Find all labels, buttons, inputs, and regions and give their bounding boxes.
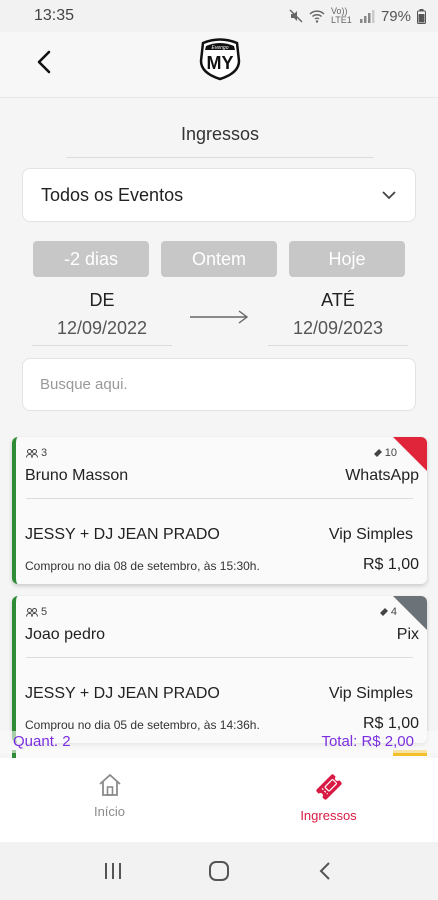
system-nav-bar	[0, 842, 438, 900]
ticket-count-indicator: 4	[379, 606, 397, 618]
from-label: DE	[89, 290, 115, 310]
status-flag	[393, 596, 427, 630]
ticket-count-indicator: 10	[373, 447, 397, 459]
battery-percent: 79%	[380, 7, 411, 25]
ticket-icon	[315, 774, 342, 800]
recent-apps-icon	[105, 863, 121, 879]
customer-name: Bruno Masson	[25, 467, 129, 484]
date-shortcuts: -2 dias Ontem Hoje	[33, 241, 405, 277]
ticket-count-value: 4	[390, 606, 397, 618]
purchase-date: Comprou no dia 08 de setembro, às 15:30h…	[25, 559, 260, 573]
total-value: Total: R$ 2,00	[321, 733, 414, 750]
mute-icon	[289, 9, 303, 23]
to-date-field[interactable]: 12/09/2023	[268, 318, 408, 346]
network-label: Vo)) LTE1	[330, 6, 352, 25]
status-time: 13:35	[34, 7, 75, 24]
wifi-icon	[309, 10, 325, 23]
quantity-indicator: 5	[26, 606, 47, 618]
ticket-card[interactable]: 3 10 Bruno Masson WhatsApp JESSY + DJ JE…	[12, 437, 427, 584]
ticket-type: Vip Simples	[328, 685, 413, 702]
nav-tickets[interactable]: Ingressos	[219, 758, 438, 842]
nav-home-label: Início	[93, 804, 126, 819]
home-button[interactable]	[199, 851, 239, 891]
status-bar: 13:35 Vo)) LTE1 79%	[0, 0, 438, 32]
arrow-right-icon	[190, 310, 249, 324]
ticket-icon	[379, 608, 388, 616]
status-icons: Vo)) LTE1 79%	[289, 7, 426, 25]
payment-method: Pix	[396, 626, 419, 643]
system-back-button[interactable]	[305, 851, 345, 891]
quantity-value: 3	[41, 447, 48, 459]
recent-apps-button[interactable]	[93, 851, 133, 891]
bottom-nav: Início Ingressos	[0, 758, 438, 842]
event-select-value: Todos os Eventos	[41, 184, 184, 205]
nav-home[interactable]: Início	[0, 758, 219, 842]
chip-today[interactable]: Hoje	[289, 241, 405, 277]
card-divider	[26, 498, 413, 499]
svg-text:MY: MY	[207, 53, 234, 73]
back-button[interactable]	[28, 46, 60, 78]
chip-two-days-ago[interactable]: -2 dias	[33, 241, 149, 277]
ticket-count-value: 10	[384, 447, 397, 459]
customer-name: Joao pedro	[25, 626, 106, 643]
nav-tickets-label: Ingressos	[300, 808, 357, 823]
chevron-left-icon	[319, 862, 330, 880]
search-input[interactable]	[22, 358, 416, 411]
chip-yesterday[interactable]: Ontem	[161, 241, 277, 277]
card-divider	[26, 657, 413, 658]
app-header: Evengo MY	[0, 32, 438, 98]
page-title: Ingressos	[180, 124, 260, 144]
event-select[interactable]: Todos os Eventos	[22, 168, 416, 222]
ticket-type: Vip Simples	[328, 526, 413, 543]
event-name: JESSY + DJ JEAN PRADO	[25, 685, 220, 702]
arrow-left-icon	[37, 50, 51, 74]
to-label: ATÉ	[321, 290, 355, 310]
ticket-card[interactable]: 5 4 Joao pedro Pix JESSY + DJ JEAN PRADO…	[12, 596, 427, 743]
people-icon	[26, 448, 38, 458]
chevron-down-icon	[382, 191, 396, 200]
page-title-container: Ingressos	[66, 112, 374, 158]
svg-text:Evengo: Evengo	[212, 45, 229, 51]
people-icon	[26, 607, 38, 617]
ticket-icon	[373, 449, 382, 457]
circle-home-icon	[209, 861, 229, 881]
from-date-field[interactable]: 12/09/2022	[32, 318, 172, 346]
signal-icon	[359, 10, 375, 23]
event-name: JESSY + DJ JEAN PRADO	[25, 526, 220, 543]
home-icon	[98, 774, 121, 796]
battery-icon	[417, 8, 426, 24]
payment-method: WhatsApp	[345, 467, 419, 484]
quantity-value: 5	[41, 606, 48, 618]
ticket-price: R$ 1,00	[362, 556, 419, 573]
purchase-date: Comprou no dia 05 de setembro, às 14:36h…	[25, 718, 260, 732]
quantity-indicator: 3	[26, 447, 47, 459]
total-quantity: Quant. 2	[13, 733, 71, 750]
status-flag	[393, 437, 427, 471]
app-logo: Evengo MY	[197, 37, 243, 81]
